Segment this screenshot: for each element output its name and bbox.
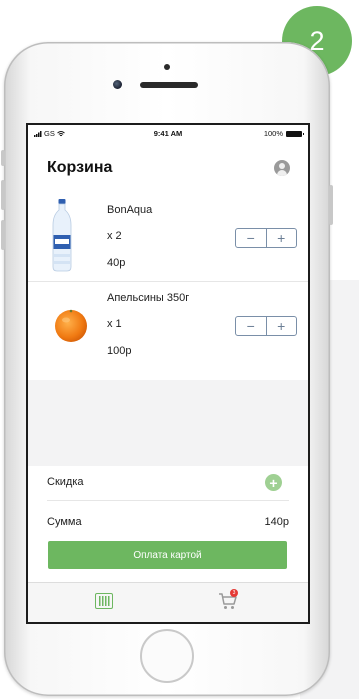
quantity-stepper: − + (235, 316, 297, 336)
quantity-stepper: − + (235, 228, 297, 248)
barcode-icon[interactable] (95, 593, 113, 609)
battery-area: 100% (263, 129, 304, 138)
item-quantity: x 2 (107, 230, 122, 242)
item-divider (28, 281, 308, 282)
discount-label: Скидка (47, 476, 84, 488)
total-label: Сумма (47, 516, 82, 528)
home-button[interactable] (140, 629, 194, 683)
increase-button[interactable]: + (267, 317, 297, 335)
tab-bar: 3 (28, 582, 308, 622)
summary-divider (47, 500, 289, 501)
cart-item: BonAqua x 2 40р − + (28, 197, 308, 293)
page-title: Корзина (47, 159, 113, 176)
front-camera (113, 80, 122, 89)
empty-cart-area (28, 380, 308, 466)
phone-screen: GS 9:41 AM 100% Корзина BonAqua x 2 40р … (26, 123, 310, 624)
status-bar: GS 9:41 AM 100% (28, 125, 308, 141)
battery-percent: 100% (263, 129, 283, 138)
decrease-button[interactable]: − (236, 229, 266, 247)
item-price: 100р (107, 345, 132, 357)
cart-item: Апельсины 350г x 1 100р − + (28, 285, 308, 381)
user-icon[interactable] (274, 160, 290, 176)
pay-by-card-button[interactable]: Оплата картой (48, 541, 287, 569)
volume-up-button (1, 180, 5, 210)
total-value: 140р (264, 516, 289, 528)
item-name: BonAqua (107, 204, 153, 216)
cart-badge: 3 (230, 589, 238, 597)
water-bottle-image (52, 199, 72, 272)
battery-icon (286, 130, 304, 137)
increase-button[interactable]: + (267, 229, 297, 247)
decrease-button[interactable]: − (236, 317, 266, 335)
item-price: 40р (107, 257, 126, 269)
proximity-sensor (164, 64, 170, 70)
volume-down-button (1, 220, 5, 250)
mute-switch (1, 150, 5, 166)
cart-tab[interactable]: 3 (218, 589, 240, 613)
item-quantity: x 1 (107, 318, 122, 330)
power-button (329, 185, 333, 225)
orange-image (55, 309, 87, 342)
plus-icon[interactable]: + (265, 474, 282, 491)
item-name: Апельсины 350г (107, 292, 190, 304)
earpiece-speaker (140, 82, 198, 88)
